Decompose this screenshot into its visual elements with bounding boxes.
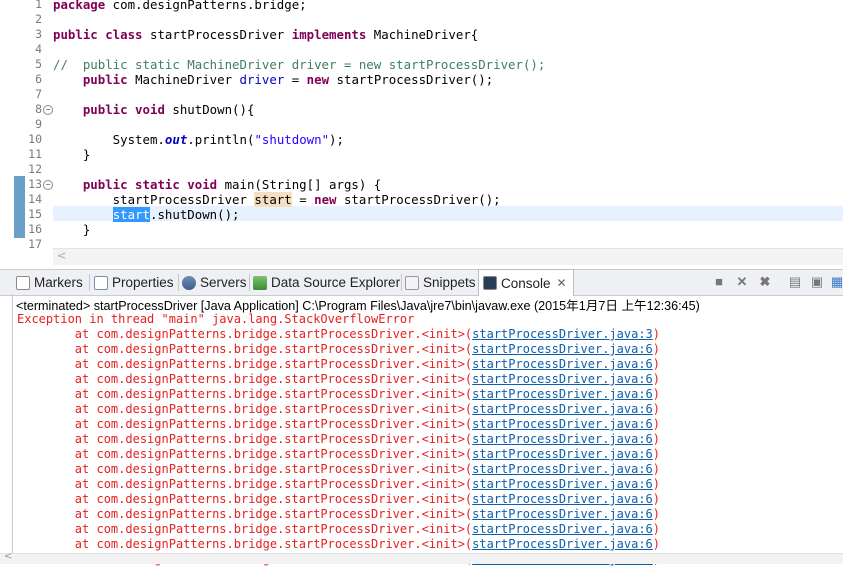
source-link[interactable]: startProcessDriver.java:6 bbox=[472, 432, 653, 446]
source-link[interactable]: startProcessDriver.java:6 bbox=[472, 522, 653, 536]
source-link[interactable]: startProcessDriver.java:6 bbox=[472, 372, 653, 386]
code-line[interactable]: public class startProcessDriver implemen… bbox=[53, 27, 478, 42]
line-number: 12 bbox=[28, 162, 42, 176]
remove-launch-icon[interactable]: ✕ bbox=[735, 275, 749, 289]
source-link[interactable]: startProcessDriver.java:6 bbox=[472, 357, 653, 371]
tab-snippets[interactable]: Snippets bbox=[405, 270, 476, 295]
code-line[interactable]: public static void main(String[] args) { bbox=[53, 177, 381, 192]
views-tab-bar: Markers Properties Servers Data Source E… bbox=[0, 269, 843, 296]
console-icon bbox=[483, 276, 497, 290]
line-number: 13 bbox=[28, 177, 42, 191]
exception-line: Exception in thread "main" java.lang.Sta… bbox=[17, 312, 415, 326]
source-link[interactable]: startProcessDriver.java:6 bbox=[472, 492, 653, 506]
line-number: 2 bbox=[35, 12, 42, 26]
tab-label: Markers bbox=[34, 275, 83, 290]
stack-frame-line: at com.designPatterns.bridge.startProces… bbox=[17, 522, 661, 536]
code-line[interactable]: System.out.println("shutdown"); bbox=[53, 132, 344, 147]
code-editor[interactable]: package com.designPatterns.bridge; public… bbox=[0, 0, 843, 248]
line-number: 5 bbox=[35, 57, 42, 71]
code-line[interactable]: // public static MachineDriver driver = … bbox=[53, 57, 545, 72]
properties-icon bbox=[94, 275, 108, 290]
snippets-icon bbox=[405, 275, 419, 290]
fold-collapse-icon[interactable]: − bbox=[43, 105, 53, 115]
line-number: 4 bbox=[35, 42, 42, 56]
servers-icon bbox=[182, 275, 196, 290]
code-line[interactable]: public void shutDown(){ bbox=[53, 102, 255, 117]
stack-frame-line: at com.designPatterns.bridge.startProces… bbox=[17, 447, 661, 461]
stack-frame-line: at com.designPatterns.bridge.startProces… bbox=[17, 492, 661, 506]
stack-frame-line: at com.designPatterns.bridge.startProces… bbox=[17, 327, 661, 341]
source-link[interactable]: startProcessDriver.java:6 bbox=[472, 447, 653, 461]
stack-frame-line: at com.designPatterns.bridge.startProces… bbox=[17, 432, 661, 446]
line-number: 15 bbox=[28, 207, 42, 221]
clear-console-icon[interactable]: ▤ bbox=[788, 275, 802, 289]
stack-frame-line: at com.designPatterns.bridge.startProces… bbox=[17, 537, 661, 551]
scroll-lock-icon[interactable]: ▣ bbox=[810, 275, 824, 289]
stack-frame-line: at com.designPatterns.bridge.startProces… bbox=[17, 372, 661, 386]
tab-label: Servers bbox=[200, 275, 247, 290]
line-number: 17 bbox=[28, 237, 42, 248]
line-number: 11 bbox=[28, 147, 42, 161]
remove-all-terminated-icon[interactable]: ✖ bbox=[758, 275, 772, 289]
code-line[interactable]: } bbox=[53, 222, 90, 237]
line-number: 3 bbox=[35, 27, 42, 41]
tab-data-source-explorer[interactable]: Data Source Explorer bbox=[253, 270, 400, 295]
scroll-left-icon[interactable]: < bbox=[4, 551, 12, 562]
stack-frame-line: at com.designPatterns.bridge.startProces… bbox=[17, 387, 661, 401]
tab-label: Data Source Explorer bbox=[271, 275, 401, 290]
stack-frame-line: at com.designPatterns.bridge.startProces… bbox=[17, 462, 661, 476]
overview-ruler bbox=[0, 0, 14, 248]
code-line[interactable]: public MachineDriver driver = new startP… bbox=[53, 72, 493, 87]
scroll-left-icon[interactable]: < bbox=[57, 249, 66, 262]
stack-frame-line: at com.designPatterns.bridge.startProces… bbox=[17, 507, 661, 521]
source-link[interactable]: startProcessDriver.java:6 bbox=[472, 387, 653, 401]
source-link[interactable]: startProcessDriver.java:6 bbox=[472, 507, 653, 521]
tab-label: Console bbox=[501, 275, 551, 291]
code-line[interactable]: } bbox=[53, 147, 90, 162]
tab-servers[interactable]: Servers bbox=[182, 270, 247, 295]
line-number: 10 bbox=[28, 132, 42, 146]
close-icon[interactable]: ✕ bbox=[557, 276, 567, 290]
stack-frame-line: at com.designPatterns.bridge.startProces… bbox=[17, 402, 661, 416]
console-horizontal-scrollbar[interactable]: < bbox=[0, 551, 843, 564]
tab-console[interactable]: Console ✕ bbox=[478, 269, 574, 296]
line-number: 7 bbox=[35, 87, 42, 101]
editor-horizontal-scrollbar[interactable]: < bbox=[53, 248, 843, 265]
markers-icon bbox=[16, 275, 30, 290]
line-number: 1 bbox=[35, 0, 42, 11]
code-line[interactable]: package com.designPatterns.bridge; bbox=[53, 0, 307, 12]
source-link[interactable]: startProcessDriver.java:6 bbox=[472, 417, 653, 431]
terminate-icon[interactable]: ■ bbox=[712, 275, 726, 289]
source-link[interactable]: startProcessDriver.java:6 bbox=[472, 402, 653, 416]
stack-frame-line: at com.designPatterns.bridge.startProces… bbox=[17, 342, 661, 356]
console-output[interactable]: Exception in thread "main" java.lang.Sta… bbox=[0, 312, 843, 566]
tab-markers[interactable]: Markers bbox=[16, 270, 83, 295]
source-link[interactable]: startProcessDriver.java:6 bbox=[472, 462, 653, 476]
data-source-icon bbox=[253, 275, 267, 290]
code-line[interactable]: startProcessDriver start = new startProc… bbox=[53, 192, 501, 207]
stack-frame-line: at com.designPatterns.bridge.startProces… bbox=[17, 357, 661, 371]
line-number: 14 bbox=[28, 192, 42, 206]
stack-frame-line: at com.designPatterns.bridge.startProces… bbox=[17, 417, 661, 431]
stack-frame-line: at com.designPatterns.bridge.startProces… bbox=[17, 477, 661, 491]
fold-collapse-icon[interactable]: − bbox=[43, 180, 53, 190]
source-link[interactable]: startProcessDriver.java:3 bbox=[472, 327, 653, 341]
line-number: 16 bbox=[28, 222, 42, 236]
line-number: 9 bbox=[35, 117, 42, 131]
source-link[interactable]: startProcessDriver.java:6 bbox=[472, 477, 653, 491]
tab-properties[interactable]: Properties bbox=[94, 270, 174, 295]
line-number: 6 bbox=[35, 72, 42, 86]
pin-console-icon[interactable]: ▦ bbox=[830, 275, 843, 289]
tab-label: Snippets bbox=[423, 275, 476, 290]
source-link[interactable]: startProcessDriver.java:6 bbox=[472, 537, 653, 551]
source-link[interactable]: startProcessDriver.java:6 bbox=[472, 342, 653, 356]
tab-label: Properties bbox=[112, 275, 174, 290]
code-line[interactable]: start.shutDown(); bbox=[53, 207, 240, 222]
line-number: 8 bbox=[35, 102, 42, 116]
